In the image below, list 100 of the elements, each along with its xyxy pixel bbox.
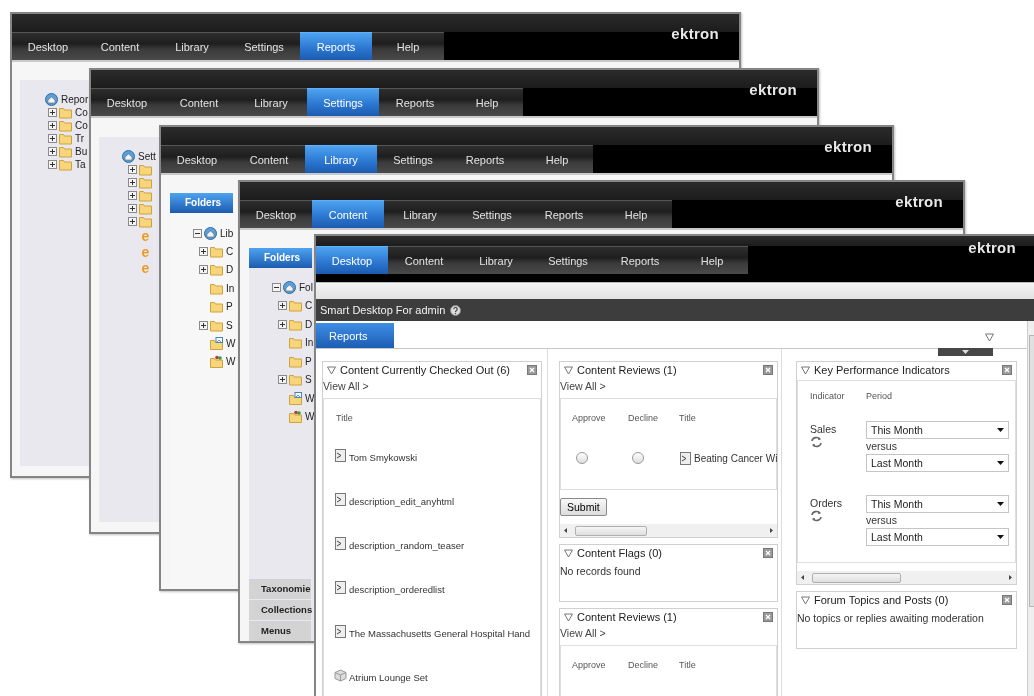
filter-icon[interactable] <box>801 595 810 605</box>
comparison-dropdown[interactable]: Last Month <box>866 528 1009 546</box>
tree-item[interactable]: W <box>305 411 315 423</box>
help-icon[interactable] <box>450 304 462 316</box>
nav-tab[interactable]: Desktop <box>161 145 233 173</box>
nav-tab[interactable]: Reports <box>528 200 600 228</box>
expand-icon[interactable] <box>48 108 57 117</box>
period-dropdown[interactable]: This Month <box>866 495 1009 513</box>
filter-icon[interactable] <box>327 365 336 375</box>
tree-item[interactable]: Co <box>75 120 88 131</box>
content-title[interactable]: Tom Smykowski <box>349 449 418 463</box>
tree-item[interactable]: Co <box>75 107 88 118</box>
filter-icon[interactable] <box>564 612 573 622</box>
tree-item[interactable]: D <box>305 318 313 330</box>
tree-item[interactable]: S <box>305 374 312 386</box>
tree-item[interactable]: Lib <box>220 227 234 239</box>
tree-item[interactable]: Bu <box>75 146 88 157</box>
vertical-scrollbar[interactable] <box>1027 321 1034 696</box>
tree-item[interactable]: S <box>226 319 233 331</box>
nav-tab[interactable]: Library <box>384 200 456 228</box>
nav-tab[interactable]: Settings <box>377 145 449 173</box>
nav-tab[interactable]: Help <box>372 32 444 60</box>
horizontal-scrollbar[interactable] <box>797 571 1016 584</box>
expand-icon[interactable] <box>48 160 57 169</box>
nav-tab[interactable]: Library <box>460 246 532 274</box>
nav-tab[interactable]: Content <box>312 200 384 228</box>
nav-tab[interactable]: Reports <box>449 145 521 173</box>
tree-item[interactable]: Fol <box>299 281 313 293</box>
expand-icon[interactable] <box>199 265 208 275</box>
accordion-header[interactable]: Menus <box>249 621 311 641</box>
comparison-dropdown[interactable]: Last Month <box>866 454 1009 472</box>
expand-icon[interactable] <box>48 121 57 130</box>
period-dropdown[interactable]: This Month <box>866 421 1009 439</box>
nav-tab[interactable]: Reports <box>300 32 372 60</box>
close-icon[interactable] <box>763 548 773 558</box>
filter-icon[interactable] <box>564 548 573 558</box>
tree-item[interactable]: C <box>226 246 234 258</box>
section-tab[interactable]: Reports <box>316 323 394 348</box>
nav-tab[interactable]: Desktop <box>12 32 84 60</box>
collapse-handle[interactable] <box>938 348 993 356</box>
close-icon[interactable] <box>527 365 537 375</box>
nav-tab[interactable]: Settings <box>456 200 528 228</box>
close-icon[interactable] <box>1002 595 1012 605</box>
tree-item[interactable]: W <box>226 338 236 350</box>
filter-icon[interactable] <box>985 332 994 342</box>
tree-item[interactable]: W <box>226 356 236 368</box>
expand-icon[interactable] <box>128 165 137 174</box>
nav-tab[interactable]: Library <box>156 32 228 60</box>
panel-header[interactable]: Folders <box>170 193 233 213</box>
nav-tab[interactable]: Help <box>451 88 523 116</box>
content-title[interactable]: Atrium Lounge Set <box>349 669 428 683</box>
accordion-header[interactable]: Collections <box>249 600 311 620</box>
nav-tab[interactable]: Content <box>233 145 305 173</box>
tree-item[interactable]: P <box>226 301 233 313</box>
nav-tab[interactable]: Desktop <box>91 88 163 116</box>
nav-tab[interactable]: Content <box>163 88 235 116</box>
expand-icon[interactable] <box>278 301 287 311</box>
close-icon[interactable] <box>763 612 773 622</box>
nav-tab[interactable]: Desktop <box>316 246 388 274</box>
nav-tab[interactable]: Library <box>235 88 307 116</box>
accordion-header[interactable]: Taxonomie <box>249 579 311 599</box>
expand-icon[interactable] <box>199 320 208 330</box>
expand-icon[interactable] <box>278 319 287 329</box>
content-title[interactable]: description_edit_anyhtml <box>349 493 455 507</box>
view-all-link[interactable]: View All > <box>560 625 777 641</box>
horizontal-scrollbar[interactable] <box>560 524 777 537</box>
expand-icon[interactable] <box>128 178 137 187</box>
tree-item[interactable]: C <box>305 300 313 312</box>
collapse-icon[interactable] <box>193 228 202 238</box>
tree-item[interactable]: Repor <box>61 94 89 105</box>
tree-item[interactable]: Sett <box>138 151 156 162</box>
tree-item[interactable]: In <box>226 282 235 294</box>
nav-tab[interactable]: Library <box>305 145 377 173</box>
content-title[interactable]: description_random_teaser <box>349 537 465 551</box>
collapse-icon[interactable] <box>272 282 281 292</box>
refresh-icon[interactable] <box>810 436 823 448</box>
close-icon[interactable] <box>1002 365 1012 375</box>
expand-icon[interactable] <box>128 204 137 213</box>
expand-icon[interactable] <box>199 247 208 257</box>
content-title[interactable]: The Massachusetts General Hospital Hand <box>349 625 531 639</box>
content-title[interactable]: Beating Cancer Wi <box>694 452 778 464</box>
nav-tab[interactable]: Desktop <box>240 200 312 228</box>
expand-icon[interactable] <box>278 375 287 385</box>
radio-button[interactable] <box>632 452 644 464</box>
tree-item[interactable]: P <box>305 355 312 367</box>
tree-item[interactable]: In <box>305 337 314 349</box>
tree-item[interactable]: D <box>226 264 234 276</box>
tree-item[interactable]: Ta <box>75 159 86 170</box>
nav-tab[interactable]: Content <box>84 32 156 60</box>
nav-tab[interactable]: Help <box>676 246 748 274</box>
panel-header[interactable]: Folders <box>249 248 312 268</box>
tree-item[interactable]: Tr <box>75 133 85 144</box>
nav-tab[interactable]: Settings <box>307 88 379 116</box>
nav-tab[interactable]: Content <box>388 246 460 274</box>
expand-icon[interactable] <box>48 134 57 143</box>
nav-tab[interactable]: Help <box>600 200 672 228</box>
radio-button[interactable] <box>576 452 588 464</box>
submit-button[interactable]: Submit <box>560 498 607 516</box>
tree-item[interactable]: W <box>305 392 315 404</box>
nav-tab[interactable]: Settings <box>532 246 604 274</box>
